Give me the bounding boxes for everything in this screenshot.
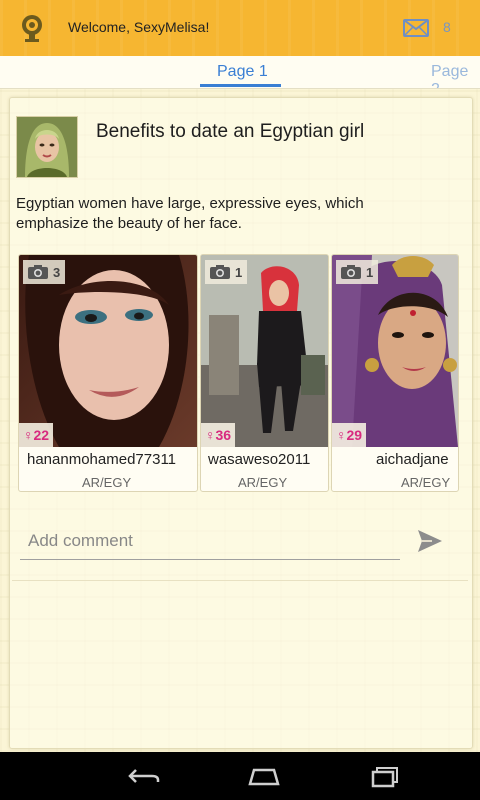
photo-count: 1 xyxy=(205,260,248,284)
profile-card[interactable]: 1 ♀ 36 wasaweso2011 AR/EGY xyxy=(200,254,329,492)
mail-icon[interactable] xyxy=(403,19,429,37)
author-avatar[interactable] xyxy=(16,116,78,178)
photo-count: 1 xyxy=(336,260,379,284)
tab-page-2[interactable]: Page 2 xyxy=(431,63,480,88)
age-badge: ♀ 36 xyxy=(201,423,236,447)
female-icon: ♀ xyxy=(336,427,347,443)
back-icon[interactable] xyxy=(124,764,164,788)
age-badge: ♀ 22 xyxy=(19,423,54,447)
profile-username: aichadjane xyxy=(376,451,449,468)
author-photo xyxy=(17,117,77,177)
profile-username: wasaweso2011 xyxy=(208,451,311,468)
camera-icon xyxy=(341,265,361,279)
female-icon: ♀ xyxy=(205,427,216,443)
profile-country: AR/EGY xyxy=(238,475,288,490)
system-nav-bar xyxy=(0,752,480,800)
profile-username: hananmohamed77311 xyxy=(27,451,177,468)
profile-photo[interactable]: 1 ♀ 36 xyxy=(201,255,328,447)
female-icon: ♀ xyxy=(23,427,34,443)
home-icon[interactable] xyxy=(244,764,284,788)
send-icon[interactable] xyxy=(416,528,444,554)
age-badge: ♀ 29 xyxy=(332,423,367,447)
active-tab-indicator xyxy=(200,84,281,87)
mail-count-badge[interactable]: 8 xyxy=(443,19,451,35)
comment-input[interactable] xyxy=(20,525,398,557)
tab-page-1[interactable]: Page 1 xyxy=(217,63,268,81)
welcome-text: Welcome, SexyMelisa! xyxy=(68,19,210,35)
profile-country: AR/EGY xyxy=(401,475,451,490)
app-logo-icon[interactable] xyxy=(18,14,46,42)
camera-icon xyxy=(28,265,48,279)
recent-apps-icon[interactable] xyxy=(365,764,405,788)
post-title: Benefits to date an Egyptian girl xyxy=(96,121,365,142)
profile-photo[interactable]: 3 ♀ 22 xyxy=(19,255,197,447)
photo-count: 3 xyxy=(23,260,66,284)
page-tabs: Page 1 Page 2 xyxy=(0,56,480,89)
profile-photo[interactable]: 1 ♀ 29 xyxy=(332,255,458,447)
post-body: Egyptian women have large, expressive ey… xyxy=(16,195,364,232)
top-bar: Welcome, SexyMelisa! 8 xyxy=(0,0,480,56)
camera-icon xyxy=(210,265,230,279)
profile-card[interactable]: 1 ♀ 29 aichadjane AR/EGY xyxy=(331,254,459,492)
profile-country: AR/EGY xyxy=(82,475,132,490)
profile-card[interactable]: 3 ♀ 22 hananmohamed77311 AR/EGY xyxy=(18,254,198,492)
comment-field[interactable] xyxy=(20,525,400,560)
divider xyxy=(12,580,468,581)
